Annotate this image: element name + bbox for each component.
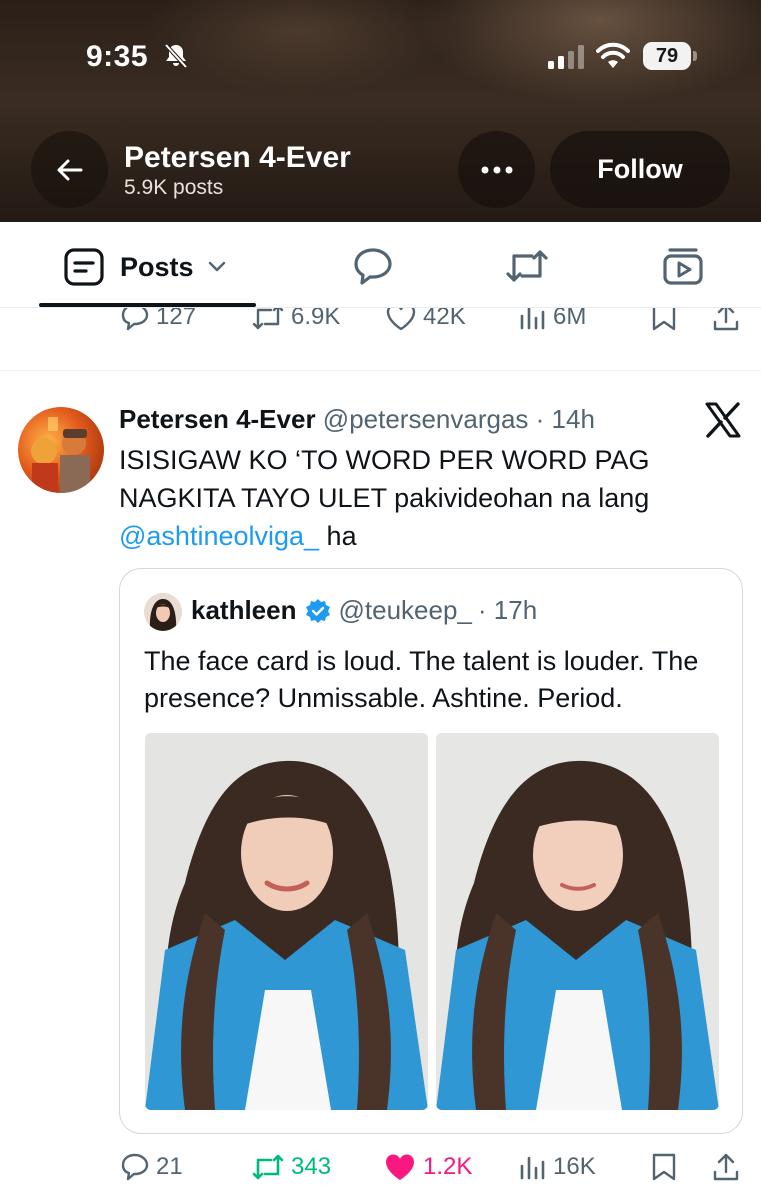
replies-tab-icon[interactable] [352,246,394,286]
profile-header: 9:35 79 Petersen 4-Ever 5.9K posts Follo… [0,0,761,222]
prev-reply-count: 127 [156,308,197,330]
chevron-down-icon[interactable] [208,261,226,273]
tab-posts-label: Posts [120,251,194,282]
back-arrow-icon [57,159,82,180]
quote-avatar-image [144,593,182,631]
quote-photo-2[interactable] [436,733,719,1110]
quote-time: · 17h [477,595,538,625]
prev-repost-button[interactable]: 6.9K [251,308,340,332]
reply-count: 21 [156,1153,183,1180]
bookmark-icon[interactable] [650,308,678,332]
repost-icon [252,308,284,330]
tweet-text-tail: ha [319,521,357,551]
post-count: 5.9K posts [124,176,224,199]
quote-author-name: kathleen [191,595,297,625]
photo-portrait-2 [436,733,719,1110]
author-handle[interactable]: @petersenvargas [323,404,529,434]
tab-posts[interactable]: Posts [64,248,226,286]
profile-tabs: Posts [0,222,761,308]
repost-count: 343 [291,1153,332,1180]
views-icon [520,1156,545,1180]
more-icon [481,166,512,173]
quote-photo-1[interactable] [145,733,428,1110]
prev-reply-button[interactable]: 127 [120,308,196,332]
bookmark-icon[interactable] [650,1152,678,1182]
mention-link[interactable]: @ashtineolviga_ [119,521,319,551]
like-icon [386,308,416,331]
more-button[interactable] [458,131,535,208]
prev-repost-count: 6.9K [291,308,341,330]
author-name[interactable]: Petersen 4-Ever [119,404,316,434]
quote-avatar [144,593,182,631]
bell-off-icon [164,43,188,69]
quote-header: kathleen @teukeep_ · 17h [191,595,537,626]
views-button[interactable]: 16K [519,1152,596,1182]
author-avatar[interactable] [18,407,104,493]
like-icon [386,1154,414,1180]
repost-button[interactable]: 343 [251,1152,331,1182]
battery-icon: 79 [643,42,699,70]
x-logo-icon [705,402,741,438]
quote-text: The face card is loud. The talent is lou… [144,646,699,713]
profile-name: Petersen 4-Ever [124,141,351,174]
prev-views-count: 6M [553,308,587,330]
back-button[interactable] [31,131,108,208]
quoted-tweet[interactable]: kathleen @teukeep_ · 17h The face card i… [119,568,743,1134]
signal-icon [548,45,584,69]
share-icon[interactable] [712,1152,740,1182]
battery-level: 79 [643,42,691,70]
quote-author-handle: @teukeep_ [338,595,472,625]
like-button[interactable]: 1.2K [383,1152,472,1182]
verified-badge-icon [305,598,330,623]
status-time: 9:35 [86,40,149,73]
reposts-tab-icon[interactable] [504,246,550,286]
prev-like-count: 42K [423,308,466,330]
tweet-time[interactable]: · 14h [536,404,595,434]
prev-like-button[interactable]: 42K [385,308,466,332]
tweet-header: Petersen 4-Ever @petersenvargas · 14h [119,404,595,435]
tweet-text-main: ISISIGAW KO ‘TO WORD PER WORD PAG NAGKIT… [119,445,650,513]
photo-portrait-1 [145,733,428,1110]
repost-icon [252,1154,284,1180]
follow-button[interactable]: Follow [550,131,730,208]
prev-views-button[interactable]: 6M [519,308,586,332]
active-tab-indicator [39,303,256,307]
share-icon[interactable] [712,308,740,332]
avatar-image [31,417,90,493]
posts-icon [64,248,104,286]
previous-tweet-actions: 127 6.9K 42K 6M [0,308,761,371]
media-tab-icon[interactable] [662,246,704,286]
reply-icon [121,308,149,331]
reply-button[interactable]: 21 [120,1152,183,1182]
tweet-actions: 21 343 1.2K 16K [0,1150,761,1186]
wifi-icon [596,42,630,68]
like-count: 1.2K [423,1153,473,1180]
views-count: 16K [553,1153,596,1180]
views-icon [520,308,545,330]
tweet-text: ISISIGAW KO ‘TO WORD PER WORD PAG NAGKIT… [119,441,739,555]
reply-icon [121,1153,149,1181]
